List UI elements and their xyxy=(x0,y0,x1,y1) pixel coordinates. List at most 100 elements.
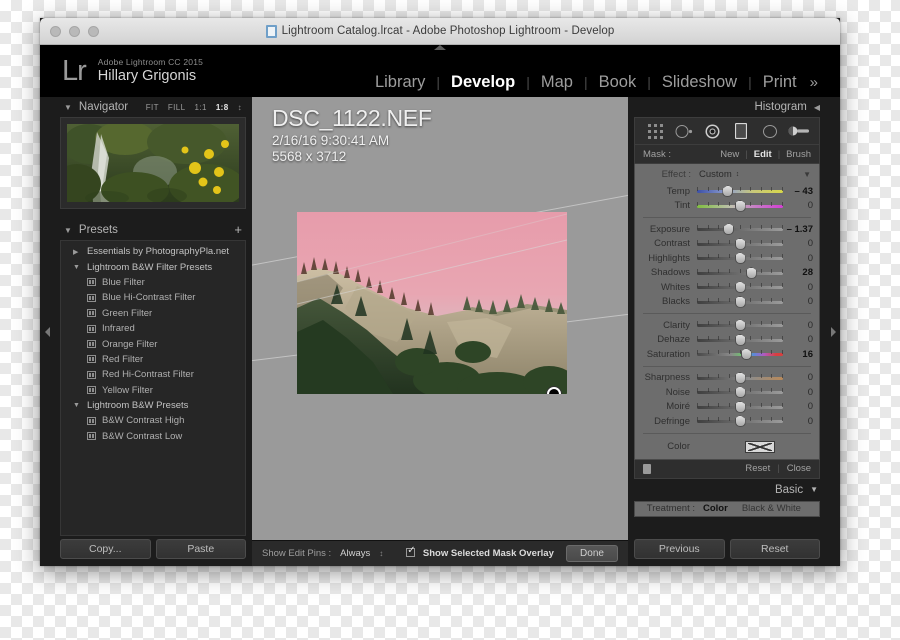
treatment-row[interactable]: Treatment : Color Black & White xyxy=(634,500,820,517)
module-library[interactable]: Library xyxy=(364,73,436,92)
panel-switch-icon[interactable] xyxy=(643,463,651,474)
slider-value[interactable]: 0 xyxy=(783,253,813,264)
slider-track[interactable] xyxy=(697,415,783,428)
slider-value[interactable]: 0 xyxy=(783,200,813,211)
list-item[interactable]: Blue Filter xyxy=(61,275,245,290)
list-item[interactable]: Orange Filter xyxy=(61,336,245,351)
slider-track[interactable] xyxy=(697,237,783,250)
treatment-color-option[interactable]: Color xyxy=(703,503,728,514)
presets-list[interactable]: ▶ Essentials by PhotographyPla.net ▼ Lig… xyxy=(60,240,246,536)
effect-twisty-icon[interactable]: ▼ xyxy=(803,170,811,179)
zoom-1-1[interactable]: 1:1 xyxy=(195,103,207,112)
navigator-thumbnail[interactable] xyxy=(67,124,239,202)
module-slideshow[interactable]: Slideshow xyxy=(651,73,748,92)
effect-value[interactable]: Custom xyxy=(699,169,732,180)
slider-value[interactable]: 0 xyxy=(783,387,813,398)
treatment-bw-option[interactable]: Black & White xyxy=(742,503,801,514)
chevron-down-icon[interactable]: ▼ xyxy=(73,264,87,271)
slider-noise[interactable]: Noise 0 xyxy=(635,385,819,400)
slider-value[interactable]: 0 xyxy=(783,401,813,412)
preset-group[interactable]: ▼ Lightroom B&W Filter Presets xyxy=(61,259,245,274)
checkbox-icon[interactable] xyxy=(406,545,416,557)
slider-track[interactable] xyxy=(697,333,783,346)
left-panel-collapse-rail[interactable] xyxy=(40,97,54,566)
navigator-header[interactable]: ▼ Navigator FIT FILL 1:1 1:8 ↕ xyxy=(60,97,246,117)
zoom-stepper-icon[interactable]: ↕ xyxy=(238,103,242,112)
chevron-right-icon[interactable]: ▶ xyxy=(73,248,87,256)
slider-track[interactable] xyxy=(697,348,783,361)
graduated-filter-tool[interactable] xyxy=(730,121,752,141)
presets-header[interactable]: ▼ Presets + xyxy=(60,220,246,240)
copy-button[interactable]: Copy... xyxy=(60,539,151,559)
slider-saturation[interactable]: Saturation 16 xyxy=(635,347,819,362)
mask-brush-button[interactable]: Brush xyxy=(786,149,811,160)
show-mask-overlay-checkbox[interactable]: Show Selected Mask Overlay xyxy=(406,545,554,559)
slider-value[interactable]: 0 xyxy=(783,416,813,427)
photo-canvas[interactable]: DSC_1122.NEF 2/16/16 9:30:41 AM 5568 x 3… xyxy=(252,97,628,540)
radial-filter-tool[interactable] xyxy=(759,121,781,141)
slider-track[interactable] xyxy=(697,295,783,308)
slider-defringe[interactable]: Defringe 0 xyxy=(635,414,819,429)
zoom-fill[interactable]: FILL xyxy=(168,103,186,112)
slider-tint[interactable]: Tint 0 xyxy=(635,199,819,214)
navigator-preview[interactable] xyxy=(60,117,246,209)
slider-value[interactable]: 16 xyxy=(783,349,813,360)
edit-pin[interactable] xyxy=(547,387,561,394)
histogram-header[interactable]: Histogram ◀ xyxy=(634,97,820,117)
chevron-left-icon[interactable] xyxy=(44,326,50,337)
show-edit-pins-value[interactable]: Always xyxy=(340,548,370,559)
list-item[interactable]: Infrared xyxy=(61,321,245,336)
zoom-fit[interactable]: FIT xyxy=(146,103,159,112)
add-preset-icon[interactable]: + xyxy=(234,223,242,236)
slider-value[interactable]: – 1.37 xyxy=(783,224,813,235)
list-item[interactable]: Red Hi-Contrast Filter xyxy=(61,367,245,382)
effect-stepper-icon[interactable]: ↕ xyxy=(736,171,740,178)
module-list[interactable]: Library | Develop | Map | Book | Slidesh… xyxy=(364,73,818,92)
effect-header[interactable]: Effect : Custom ↕ ▼ xyxy=(635,168,819,184)
slider-value[interactable]: 0 xyxy=(783,320,813,331)
mask-new-button[interactable]: New xyxy=(720,149,739,160)
navigator-zoom-levels[interactable]: FIT FILL 1:1 1:8 ↕ xyxy=(146,103,242,112)
histogram-collapse-icon[interactable]: ◀ xyxy=(814,103,820,112)
slider-moire[interactable]: Moiré 0 xyxy=(635,400,819,415)
color-swatch[interactable] xyxy=(745,440,775,453)
list-item[interactable]: Yellow Filter xyxy=(61,383,245,398)
chevron-down-icon[interactable]: ▼ xyxy=(73,402,87,409)
slider-track[interactable] xyxy=(697,281,783,294)
paste-button[interactable]: Paste xyxy=(155,539,246,559)
preset-group[interactable]: ▼ Lightroom B&W Presets xyxy=(61,398,245,413)
crop-overlay-tool[interactable] xyxy=(644,121,666,141)
develop-tool-strip[interactable] xyxy=(634,117,820,145)
topbar-collapse-arrow-icon[interactable] xyxy=(434,45,446,50)
photo-image[interactable] xyxy=(297,212,567,394)
list-item[interactable]: B&W Contrast High xyxy=(61,413,245,428)
presets-twisty-icon[interactable]: ▼ xyxy=(64,226,72,235)
slider-temp[interactable]: Temp – 43 xyxy=(635,184,819,199)
slider-track[interactable] xyxy=(697,371,783,384)
mask-options[interactable]: New | Edit | Brush xyxy=(720,149,811,160)
spot-removal-tool[interactable] xyxy=(673,121,695,141)
effect-reset-button[interactable]: Reset xyxy=(745,463,770,474)
module-overflow-icon[interactable]: » xyxy=(810,74,818,91)
list-item[interactable]: Green Filter xyxy=(61,306,245,321)
navigator-twisty-icon[interactable]: ▼ xyxy=(64,103,72,112)
slider-track[interactable] xyxy=(697,266,783,279)
list-item[interactable]: B&W Contrast Low xyxy=(61,429,245,444)
slider-track[interactable] xyxy=(697,400,783,413)
slider-value[interactable]: 0 xyxy=(783,372,813,383)
slider-track[interactable] xyxy=(697,223,783,236)
slider-track[interactable] xyxy=(697,252,783,265)
basic-twisty-icon[interactable]: ▼ xyxy=(810,485,818,494)
module-map[interactable]: Map xyxy=(530,73,584,92)
slider-whites[interactable]: Whites 0 xyxy=(635,280,819,295)
module-develop[interactable]: Develop xyxy=(440,73,526,92)
slider-track[interactable] xyxy=(697,386,783,399)
slider-value[interactable]: 0 xyxy=(783,238,813,249)
slider-value[interactable]: – 43 xyxy=(783,186,814,197)
done-button[interactable]: Done xyxy=(566,545,618,562)
slider-clarity[interactable]: Clarity 0 xyxy=(635,318,819,333)
list-item[interactable]: Red Filter xyxy=(61,352,245,367)
module-book[interactable]: Book xyxy=(588,73,648,92)
slider-dehaze[interactable]: Dehaze 0 xyxy=(635,333,819,348)
slider-exposure[interactable]: Exposure – 1.37 xyxy=(635,222,819,237)
